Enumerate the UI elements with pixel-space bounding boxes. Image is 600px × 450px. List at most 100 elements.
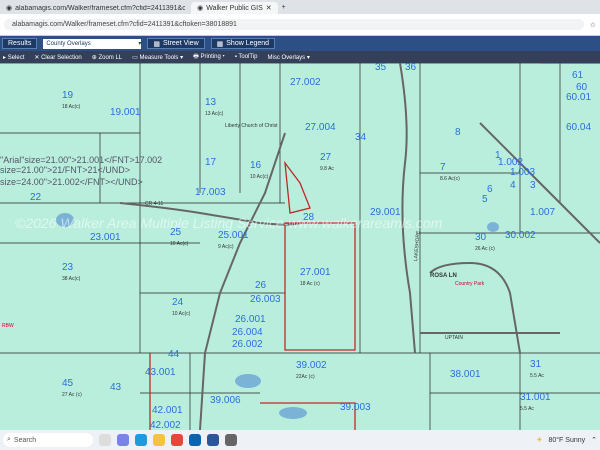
parcel-number: 24 xyxy=(172,297,184,308)
parcel-number: 42.002 xyxy=(150,420,181,431)
taskbar: ⌕ Search ☀ 80°F Sunny ⌃ xyxy=(0,430,600,450)
parcel-number: 39.002 xyxy=(296,360,327,371)
parcel-label: 30.002 xyxy=(505,231,536,241)
parcel-label: 27 9.8 Ac xyxy=(320,153,334,172)
close-icon[interactable]: ✕ xyxy=(266,4,272,12)
parcel-label: 27.002 xyxy=(290,78,321,88)
show-legend-button[interactable]: ▦ Show Legend xyxy=(210,38,276,49)
parcel-label: 29.001 xyxy=(370,208,401,218)
parcel-acreage: 5.5 Ac xyxy=(520,406,534,412)
parcel-acreage: 26 Ac (c) xyxy=(475,246,495,252)
mail-icon[interactable] xyxy=(189,434,201,446)
parcel-number: 3 xyxy=(530,180,536,191)
parcel-label: 60.01 xyxy=(566,93,591,103)
parcel-acreage: 13 Ac(c) xyxy=(205,111,224,117)
parcel-label: 30 26 Ac (c) xyxy=(475,233,495,252)
parcel-number: 35 xyxy=(375,63,387,73)
parcel-label: 26 xyxy=(255,281,266,291)
parcel-number: 26 xyxy=(255,280,267,291)
parcel-acreage: 18 Ac(c) xyxy=(62,104,81,110)
weather-text: 80°F Sunny xyxy=(548,436,586,444)
parcel-number: 60.04 xyxy=(566,122,592,133)
parcel-number: 5 xyxy=(482,194,488,205)
parcel-label: 42.002 xyxy=(150,420,181,431)
parcel-label: 24 10 Ac(c) xyxy=(172,298,190,317)
taskbar-search[interactable]: ⌕ Search xyxy=(3,433,93,447)
parcel-number: 27.004 xyxy=(305,122,336,133)
printing-tool[interactable]: 🖶 Printing ▾ xyxy=(193,52,225,62)
tab-title: alabamagis.com/Walker/frameset.cfm?cfid=… xyxy=(15,4,186,12)
parcel-label: 60.04 xyxy=(566,123,591,133)
parcel-label: 39.002 22Ac (c) xyxy=(296,361,327,380)
parcel-acreage: 10 Ac(c) xyxy=(250,174,269,180)
store-icon[interactable] xyxy=(225,434,237,446)
browser-tab-url[interactable]: ◉ alabamagis.com/Walker/frameset.cfm?cfi… xyxy=(0,2,191,14)
parcel-label: 25 10 Ac(c) xyxy=(170,228,188,247)
parcel-label: 35 xyxy=(375,63,386,73)
road-label: ROSA LN xyxy=(430,273,457,279)
parcel-number: 26.003 xyxy=(250,294,281,305)
parcel-label: 44 xyxy=(168,350,179,360)
star-icon[interactable]: ☆ xyxy=(590,21,596,29)
grid-icon: ▦ xyxy=(216,40,224,48)
parcel-acreage: 10 Ac(c) xyxy=(170,241,189,247)
chevron-down-icon: ▾ xyxy=(138,41,142,47)
explorer-icon[interactable] xyxy=(153,434,165,446)
word-icon[interactable] xyxy=(207,434,219,446)
task-view-icon[interactable] xyxy=(99,434,111,446)
parcel-label: 23.001 xyxy=(90,233,121,243)
results-button[interactable]: Results xyxy=(2,38,38,49)
parcel-label: 27.001 18 Ac (c) xyxy=(300,268,331,287)
parcel-label: 19.001 xyxy=(110,108,141,118)
parcel-label: 17 xyxy=(205,158,216,168)
parcel-number: 22 xyxy=(30,192,42,203)
parcel-number: 23.001 xyxy=(90,232,121,243)
overlay-select[interactable]: County Overlays ▾ xyxy=(43,38,142,49)
edge-icon[interactable] xyxy=(135,434,147,446)
browser-tab-gis[interactable]: ◉ Walker Public GIS ✕ xyxy=(191,2,278,14)
parcel-label: 25.001 9 Ac(c) xyxy=(218,231,249,250)
parcel-number: 60.01 xyxy=(566,92,592,103)
parcel-label: 4 xyxy=(510,181,516,191)
parcel-number: 16 xyxy=(250,160,262,171)
road-label: CR 4-11 xyxy=(145,201,164,207)
parcel-number: 42.001 xyxy=(152,405,183,416)
parcel-label: 17.003 xyxy=(195,188,226,198)
parcel-acreage: 9.8 Ac xyxy=(320,166,334,172)
parcel-number: 30 xyxy=(475,232,487,243)
gis-tools-bar: ▸ Select ✕ Clear Selection ⊕ Zoom LL ▭ M… xyxy=(0,51,600,63)
parcel-number: 34 xyxy=(355,132,367,143)
teams-icon[interactable] xyxy=(117,434,129,446)
parcel-number: 31.001 xyxy=(520,392,551,403)
new-tab-icon[interactable]: + xyxy=(282,4,286,11)
clear-selection-tool[interactable]: ✕ Clear Selection xyxy=(34,54,81,61)
road-label: UPTAIN xyxy=(445,335,463,341)
parcel-label: 26.003 xyxy=(250,295,281,305)
parcel-label: 28 xyxy=(303,213,314,223)
parcel-acreage: 5.5 Ac xyxy=(530,373,544,379)
misc-overlays-tool[interactable]: Misc Overlays ▾ xyxy=(268,54,310,61)
parcel-number: 38.001 xyxy=(450,369,481,380)
parcel-number: 8 xyxy=(455,127,461,138)
url-field[interactable]: alabamagis.com/Walker/frameset.cfm?cfid=… xyxy=(4,19,584,30)
measure-tool[interactable]: ▭ Measure Tools ▾ xyxy=(132,54,183,61)
zoom-tool[interactable]: ⊕ Zoom LL xyxy=(92,54,122,61)
parcel-number: 36 xyxy=(405,63,417,73)
chrome-icon[interactable] xyxy=(171,434,183,446)
parcel-number: 43.001 xyxy=(145,367,176,378)
street-view-button[interactable]: ▦ Street View xyxy=(147,38,205,49)
parcel-label: 23 38 Ac(c) xyxy=(62,263,80,282)
parcel-label: 39.003 xyxy=(340,403,371,413)
grid-icon: ▦ xyxy=(153,40,160,48)
select-tool[interactable]: ▸ Select xyxy=(3,54,24,61)
chevron-up-icon[interactable]: ⌃ xyxy=(591,436,597,444)
parcel-number: 29.001 xyxy=(370,207,401,218)
browser-tab-strip: ◉ alabamagis.com/Walker/frameset.cfm?cfi… xyxy=(0,0,600,14)
parcel-number: 30.002 xyxy=(505,230,536,241)
tooltip-tool[interactable]: ▪ ToolTip xyxy=(235,54,258,60)
parcel-label: 43 xyxy=(110,383,121,393)
gis-map[interactable]: ©2026 Walker Area Multiple Listing Servi… xyxy=(0,63,600,430)
parcel-number: 17 xyxy=(205,157,217,168)
parcel-label: 22 xyxy=(30,193,41,203)
parcel-label: 34 xyxy=(355,133,366,143)
